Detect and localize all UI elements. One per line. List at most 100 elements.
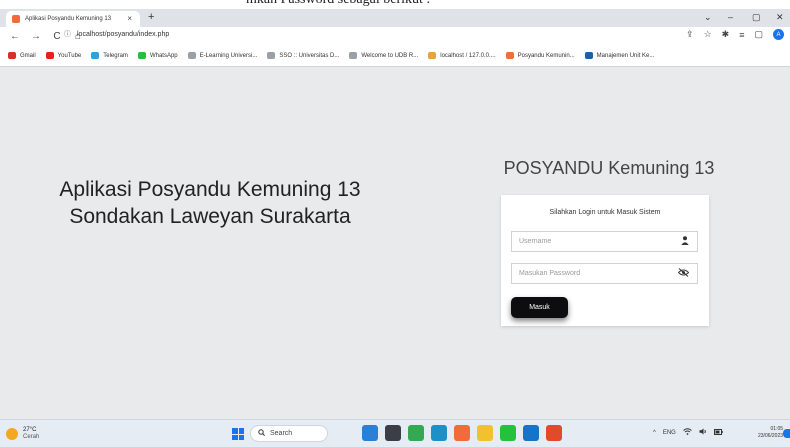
document-text-crop: mkan Password sebagai berikut :	[0, 0, 790, 9]
clock-time: 01:05	[770, 426, 784, 432]
tray-overflow-icon[interactable]: ^	[653, 430, 656, 436]
system-clock[interactable]: 01:05 23/06/2023	[758, 426, 783, 440]
whatsapp-icon[interactable]	[500, 425, 516, 441]
system-tray: ^ ENG	[653, 428, 723, 437]
bookmarks-bar: Gmail YouTube Telegram WhatsApp E-Learning U…	[0, 45, 790, 67]
browser-tab-bar: Aplikasi Posyandu Kemuning 13 × + ⌄ – ▢ …	[0, 9, 790, 27]
bookmark-item[interactable]: YouTube	[45, 52, 82, 59]
eye-slash-icon[interactable]	[677, 268, 690, 279]
posyandu-favicon-icon	[12, 15, 20, 23]
windows-start-icon[interactable]	[232, 428, 244, 440]
telegram-icon	[91, 52, 100, 59]
bookmark-item[interactable]: WhatsApp	[137, 52, 178, 59]
weather-condition: Cerah	[23, 434, 40, 440]
minimize-button[interactable]: –	[728, 12, 733, 22]
password-input[interactable]: Masukan Password	[511, 263, 698, 284]
bookmark-label: Welcome to UDB R...	[361, 52, 419, 59]
document-text: mkan Password sebagai berikut :	[246, 0, 430, 8]
back-button[interactable]: ←	[9, 31, 21, 42]
bookmark-label: WhatsApp	[149, 52, 178, 59]
weather-widget[interactable]: 27°C Cerah	[6, 427, 39, 441]
taskbar-apps	[362, 425, 562, 441]
outlook-icon[interactable]	[523, 425, 539, 441]
url-field[interactable]: ⓘ localhost/posyandu/index.php	[64, 29, 169, 39]
maximize-button[interactable]: ▢	[752, 12, 761, 23]
bookmark-item[interactable]: E-Learning Universi...	[187, 52, 258, 59]
login-submit-button[interactable]: Masuk	[511, 297, 568, 318]
bookmark-item[interactable]: Welcome to UDB R...	[349, 52, 418, 59]
clock-date: 23/06/2023	[758, 433, 784, 439]
whatsapp-icon	[137, 52, 146, 59]
posyandu-icon	[505, 52, 514, 59]
bookmark-label: Manajemen Unit Ke...	[596, 52, 655, 59]
search-label: Search	[270, 430, 293, 437]
user-icon	[681, 236, 689, 247]
site-icon	[267, 52, 276, 59]
speaker-icon[interactable]	[699, 428, 707, 437]
tab-search-icon[interactable]: ⌄	[704, 12, 712, 23]
page-viewport: Aplikasi Posyandu Kemuning 13 Sondakan L…	[0, 67, 790, 419]
bookmark-item[interactable]: Manajemen Unit Ke...	[584, 52, 655, 59]
site-info-icon[interactable]: ⓘ	[64, 31, 71, 38]
tab-close-icon[interactable]: ×	[127, 14, 132, 23]
site-icon	[584, 52, 593, 59]
close-window-button[interactable]: ✕	[776, 12, 784, 23]
app-tagline: Aplikasi Posyandu Kemuning 13 Sondakan L…	[40, 176, 380, 230]
username-input[interactable]: Username	[511, 231, 698, 252]
bookmark-item[interactable]: Gmail	[8, 52, 36, 59]
extensions-icon[interactable]: ✱	[722, 29, 730, 40]
bookmark-label: E-Learning Universi...	[199, 52, 258, 59]
new-tab-button[interactable]: +	[148, 11, 154, 23]
side-panel-icon[interactable]: ▢	[754, 29, 763, 40]
weather-temperature: 27°C	[23, 427, 37, 433]
tagline-line-2: Sondakan Laweyan Surakarta	[69, 205, 351, 228]
taskbar-search[interactable]: Search	[250, 425, 328, 442]
password-placeholder: Masukan Password	[519, 270, 581, 277]
language-indicator[interactable]: ENG	[663, 430, 676, 436]
profile-avatar[interactable]: A	[773, 29, 784, 40]
forward-button[interactable]: →	[30, 31, 42, 42]
url-text: localhost/posyandu/index.php	[77, 31, 170, 38]
sun-weather-icon	[6, 428, 18, 440]
browser-toolbar-icons: ⇪ ☆ ✱ ≡ ▢ A	[686, 29, 784, 40]
bookmark-item[interactable]: Posyandu Kemunin...	[505, 52, 575, 59]
bookmark-star-icon[interactable]: ☆	[704, 29, 712, 40]
reading-list-icon[interactable]: ≡	[739, 30, 744, 40]
site-icon	[349, 52, 358, 59]
bookmark-item[interactable]: localhost / 127.0.0....	[428, 52, 496, 59]
search-icon	[258, 429, 265, 438]
bookmark-label: localhost / 127.0.0....	[440, 52, 496, 59]
phpmyadmin-icon	[428, 52, 437, 59]
edge-icon[interactable]	[431, 425, 447, 441]
bookmark-label: Posyandu Kemunin...	[517, 52, 575, 59]
chrome-icon[interactable]	[408, 425, 424, 441]
site-icon	[187, 52, 196, 59]
bookmark-label: SSO :: Universitas D...	[279, 52, 340, 59]
brand-title: POSYANDU Kemuning 13	[503, 158, 715, 178]
bookmark-label: YouTube	[57, 52, 82, 59]
login-title: Silahkan Login untuk Masuk Sistem	[549, 209, 661, 216]
youtube-icon	[45, 52, 54, 59]
bookmark-label: Telegram	[103, 52, 128, 59]
username-placeholder: Username	[519, 238, 552, 245]
notification-center-icon[interactable]	[783, 429, 790, 438]
bookmark-item[interactable]: SSO :: Universitas D...	[267, 52, 339, 59]
address-bar-row: ← → C ⌂ ⓘ localhost/posyandu/index.php ⇪ …	[0, 27, 790, 45]
browser-tab-active[interactable]: Aplikasi Posyandu Kemuning 13 ×	[6, 11, 140, 27]
reload-button[interactable]: C	[51, 31, 63, 42]
login-card: Silahkan Login untuk Masuk Sistem Userna…	[501, 195, 709, 326]
gmail-icon	[8, 52, 16, 59]
taskview-icon[interactable]	[385, 425, 401, 441]
store-icon[interactable]	[454, 425, 470, 441]
bookmark-label: Gmail	[20, 52, 36, 59]
bing-icon[interactable]	[362, 425, 378, 441]
tagline-line-1: Aplikasi Posyandu Kemuning 13	[59, 178, 361, 201]
bookmark-item[interactable]: Telegram	[91, 52, 128, 59]
files-icon[interactable]	[477, 425, 493, 441]
battery-icon[interactable]	[713, 428, 723, 437]
share-icon[interactable]: ⇪	[686, 29, 694, 40]
tab-title: Aplikasi Posyandu Kemuning 13	[25, 16, 112, 22]
office-icon[interactable]	[546, 425, 562, 441]
windows-taskbar: 27°C Cerah Search ^ ENG 01:05 23/06/2023	[0, 419, 790, 447]
wifi-icon[interactable]	[683, 428, 692, 437]
